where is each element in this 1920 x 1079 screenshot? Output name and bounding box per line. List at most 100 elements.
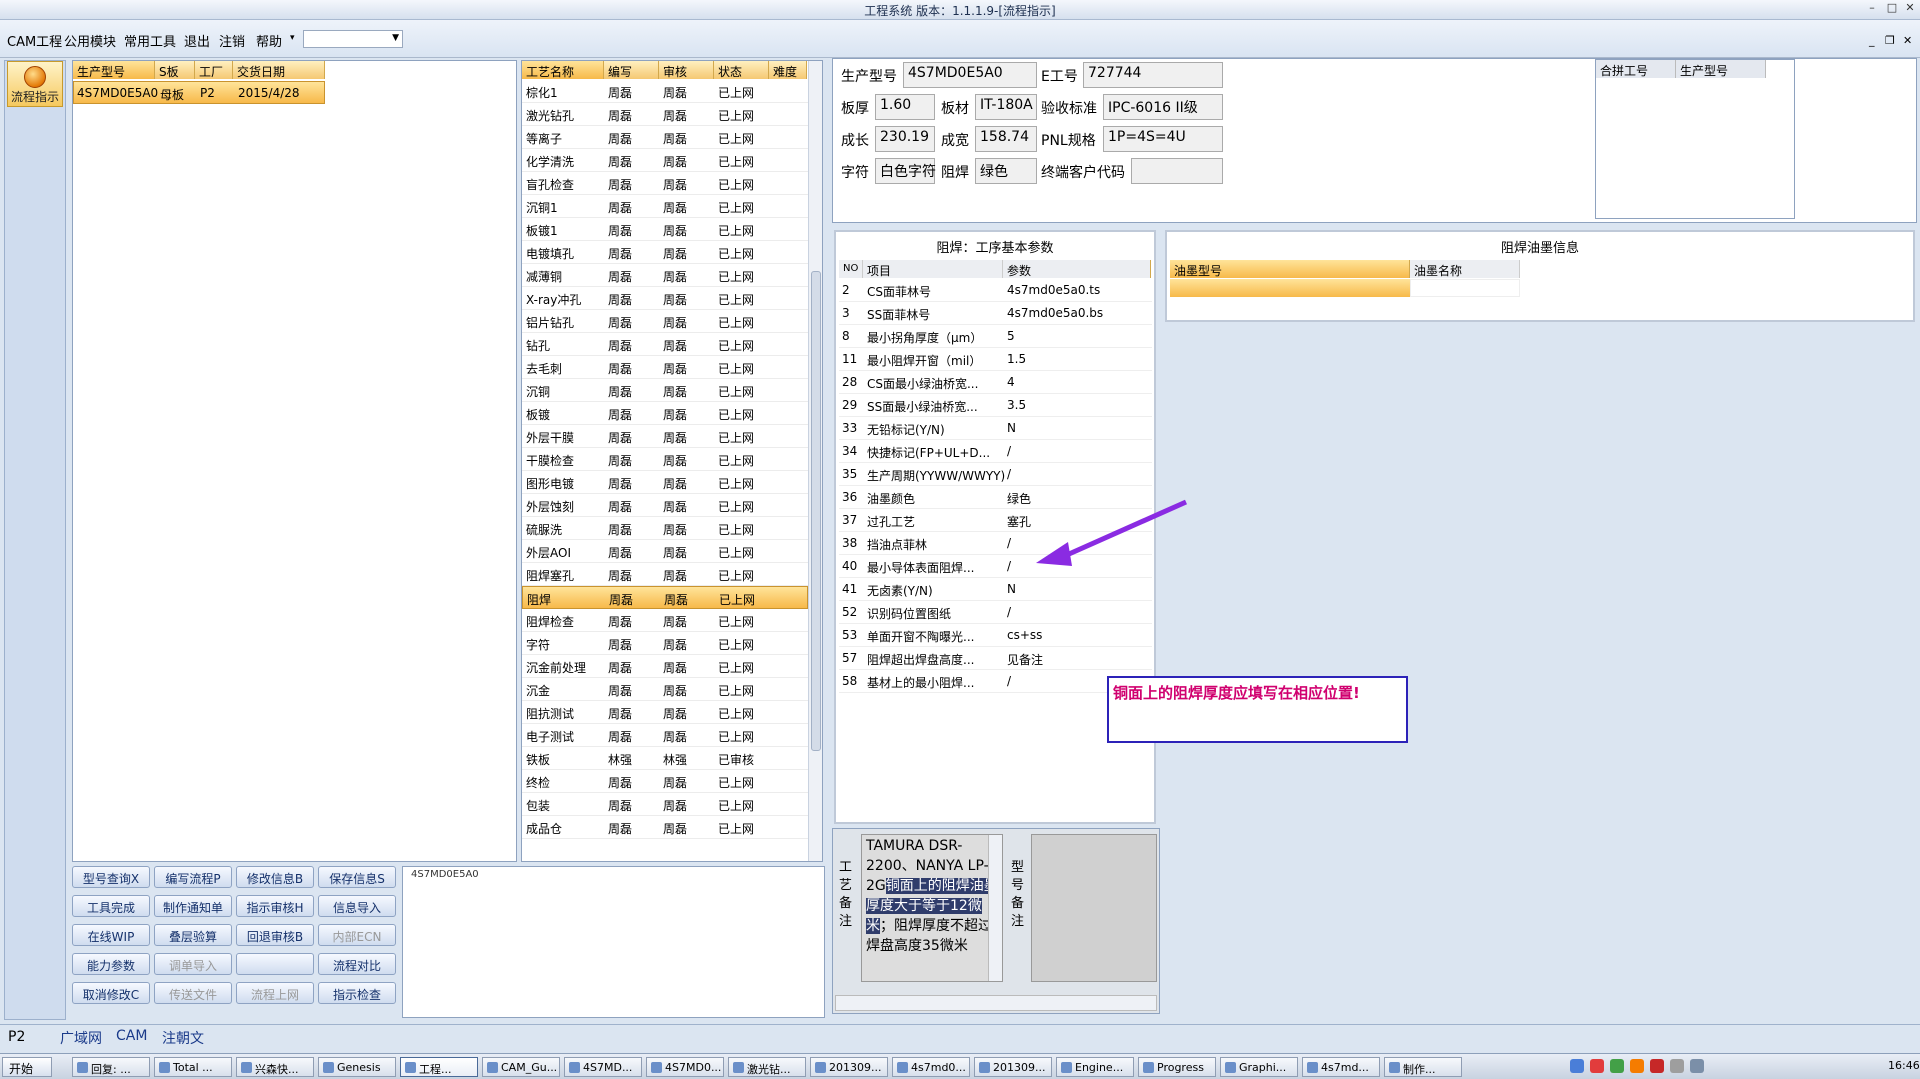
process-scrollbar[interactable] bbox=[808, 61, 822, 861]
update-tray-icon[interactable] bbox=[1630, 1059, 1644, 1073]
tab-cam[interactable]: CAM bbox=[116, 1028, 147, 1044]
ink-cell[interactable] bbox=[1410, 279, 1520, 297]
menu-help[interactable]: 帮助 bbox=[256, 31, 282, 50]
action-button-0-1[interactable]: 编写流程P bbox=[154, 866, 232, 888]
customer-field[interactable] bbox=[1131, 158, 1223, 184]
taskbar-item[interactable]: 4s7md0... bbox=[892, 1057, 970, 1077]
action-button-1-0[interactable]: 工具完成 bbox=[72, 895, 150, 917]
col-process-name[interactable]: 工艺名称 bbox=[522, 61, 604, 79]
param-row[interactable]: 52 识别码位置图纸 / bbox=[839, 601, 1152, 624]
process-row[interactable]: 板镀1 周磊 周磊 已上网 bbox=[522, 218, 808, 241]
char-field[interactable]: 白色字符 bbox=[875, 158, 936, 184]
ink-row[interactable] bbox=[1170, 279, 1410, 297]
taskbar-item[interactable]: 4s7md... bbox=[1302, 1057, 1380, 1077]
process-row[interactable]: X-ray冲孔 周磊 周磊 已上网 bbox=[522, 287, 808, 310]
process-row[interactable]: 干膜检查 周磊 周磊 已上网 bbox=[522, 448, 808, 471]
minimize-button[interactable]: – bbox=[1864, 1, 1880, 17]
action-button-4-1[interactable]: 传送文件 bbox=[154, 982, 232, 1004]
length-field[interactable]: 230.19 bbox=[875, 126, 935, 152]
process-row[interactable]: 钻孔 周磊 周磊 已上网 bbox=[522, 333, 808, 356]
process-row[interactable]: 图形电镀 周磊 周磊 已上网 bbox=[522, 471, 808, 494]
action-button-3-2[interactable] bbox=[236, 953, 314, 975]
thickness-field[interactable]: 1.60 bbox=[875, 94, 935, 120]
taskbar-item[interactable]: 兴森快... bbox=[236, 1057, 314, 1077]
mask-field[interactable]: 绿色 bbox=[975, 158, 1037, 184]
model-remarks-text[interactable] bbox=[1031, 834, 1157, 982]
process-row[interactable]: 板镀 周磊 周磊 已上网 bbox=[522, 402, 808, 425]
flow-indicator-nav-button[interactable]: 流程指示 bbox=[7, 61, 63, 107]
process-row[interactable]: 外层蚀刻 周磊 周磊 已上网 bbox=[522, 494, 808, 517]
process-row[interactable]: 阻抗测试 周磊 周磊 已上网 bbox=[522, 701, 808, 724]
close-button[interactable]: ✕ bbox=[1902, 1, 1918, 17]
mdi-close-button[interactable]: ✕ bbox=[1903, 34, 1912, 47]
col-no[interactable]: NO bbox=[839, 260, 863, 278]
menu-logout[interactable]: 注销 bbox=[219, 31, 245, 50]
help-tray-icon[interactable] bbox=[1570, 1059, 1584, 1073]
process-row[interactable]: 减薄铜 周磊 周磊 已上网 bbox=[522, 264, 808, 287]
process-row[interactable]: 成品仓 周磊 周磊 已上网 bbox=[522, 816, 808, 839]
col-item[interactable]: 项目 bbox=[863, 260, 1003, 278]
action-button-2-3[interactable]: 内部ECN bbox=[318, 924, 396, 946]
param-row[interactable]: 8 最小拐角厚度（μm） 5 bbox=[839, 325, 1152, 348]
help-chevron-icon[interactable]: ▾ bbox=[290, 33, 295, 43]
model-field[interactable]: 4S7MD0E5A0 bbox=[903, 62, 1037, 88]
volume-tray-icon[interactable] bbox=[1690, 1059, 1704, 1073]
process-row[interactable]: 沉金前处理 周磊 周磊 已上网 bbox=[522, 655, 808, 678]
taskbar-item[interactable]: 制作... bbox=[1384, 1057, 1462, 1077]
process-row[interactable]: 电子测试 周磊 周磊 已上网 bbox=[522, 724, 808, 747]
action-button-0-0[interactable]: 型号查询X bbox=[72, 866, 150, 888]
action-button-2-0[interactable]: 在线WIP bbox=[72, 924, 150, 946]
scrollbar-thumb[interactable] bbox=[811, 271, 821, 751]
col-param[interactable]: 参数 bbox=[1003, 260, 1151, 278]
taskbar-item[interactable]: 4S7MD0... bbox=[646, 1057, 724, 1077]
process-row[interactable]: 硫脲洗 周磊 周磊 已上网 bbox=[522, 517, 808, 540]
action-button-4-2[interactable]: 流程上网 bbox=[236, 982, 314, 1004]
action-button-0-2[interactable]: 修改信息B bbox=[236, 866, 314, 888]
menu-exit[interactable]: 退出 bbox=[184, 31, 210, 50]
process-row[interactable]: 棕化1 周磊 周磊 已上网 bbox=[522, 80, 808, 103]
param-row[interactable]: 2 CS面菲林号 4s7md0e5a0.ts bbox=[839, 279, 1152, 302]
e-field[interactable]: 727744 bbox=[1083, 62, 1223, 88]
network-tray-icon[interactable] bbox=[1670, 1059, 1684, 1073]
action-button-3-3[interactable]: 流程对比 bbox=[318, 953, 396, 975]
remarks-hscrollbar[interactable] bbox=[835, 995, 1157, 1011]
taskbar-item[interactable]: Genesis bbox=[318, 1057, 396, 1077]
antivirus-tray-icon[interactable] bbox=[1590, 1059, 1604, 1073]
mdi-minimize-button[interactable]: _ bbox=[1869, 34, 1875, 47]
standard-field[interactable]: IPC-6016 II级 bbox=[1103, 94, 1223, 120]
taskbar-item[interactable]: 4S7MD... bbox=[564, 1057, 642, 1077]
taskbar-item[interactable]: 201309... bbox=[974, 1057, 1052, 1077]
process-remarks-text[interactable]: TAMURA DSR-2200、NANYA LP-2G铜面上的阻焊油墨厚度大于等… bbox=[861, 834, 1003, 982]
process-row[interactable]: 铁板 林强 林强 已审核 bbox=[522, 747, 808, 770]
action-button-4-3[interactable]: 指示检查 bbox=[318, 982, 396, 1004]
menu-cam[interactable]: CAM工程 bbox=[7, 31, 62, 50]
process-row[interactable]: 等离子 周磊 周磊 已上网 bbox=[522, 126, 808, 149]
taskbar-item[interactable]: 201309... bbox=[810, 1057, 888, 1077]
taskbar-item[interactable]: Total ... bbox=[154, 1057, 232, 1077]
pnl-field[interactable]: 1P=4S=4U bbox=[1103, 126, 1223, 152]
order-row[interactable]: 4S7MD0E5A0 母板 P2 2015/4/28 bbox=[73, 81, 325, 104]
action-button-1-2[interactable]: 指示审核H bbox=[236, 895, 314, 917]
param-row[interactable]: 35 生产周期(YYWW/WWYY) / bbox=[839, 463, 1152, 486]
param-row[interactable]: 57 阻焊超出焊盘高度... 见备注 bbox=[839, 647, 1152, 670]
action-button-2-1[interactable]: 叠层验算 bbox=[154, 924, 232, 946]
process-row[interactable]: 沉金 周磊 周磊 已上网 bbox=[522, 678, 808, 701]
action-button-4-0[interactable]: 取消修改C bbox=[72, 982, 150, 1004]
tree-node[interactable]: 4S7MD0E5A0 bbox=[411, 869, 479, 880]
process-row[interactable]: 外层AOI 周磊 周磊 已上网 bbox=[522, 540, 808, 563]
remarks-scrollbar[interactable] bbox=[988, 835, 1002, 981]
shield-tray-icon[interactable] bbox=[1610, 1059, 1624, 1073]
menu-tools[interactable]: 常用工具 bbox=[124, 31, 176, 50]
process-row[interactable]: 沉铜1 周磊 周磊 已上网 bbox=[522, 195, 808, 218]
taskbar-item[interactable]: Progress bbox=[1138, 1057, 1216, 1077]
taskbar-item[interactable]: 激光钻... bbox=[728, 1057, 806, 1077]
col-s-board[interactable]: S板 bbox=[155, 61, 195, 79]
param-row[interactable]: 11 最小阻焊开窗（mil） 1.5 bbox=[839, 348, 1152, 371]
tab-user[interactable]: 注朝文 bbox=[162, 1028, 204, 1048]
maximize-button[interactable]: □ bbox=[1884, 1, 1900, 17]
param-row[interactable]: 29 SS面最小绿油桥宽... 3.5 bbox=[839, 394, 1152, 417]
process-row[interactable]: 字符 周磊 周磊 已上网 bbox=[522, 632, 808, 655]
process-row[interactable]: 沉铜 周磊 周磊 已上网 bbox=[522, 379, 808, 402]
col-writer[interactable]: 编写 bbox=[604, 61, 659, 79]
param-row[interactable]: 41 无卤素(Y/N) N bbox=[839, 578, 1152, 601]
